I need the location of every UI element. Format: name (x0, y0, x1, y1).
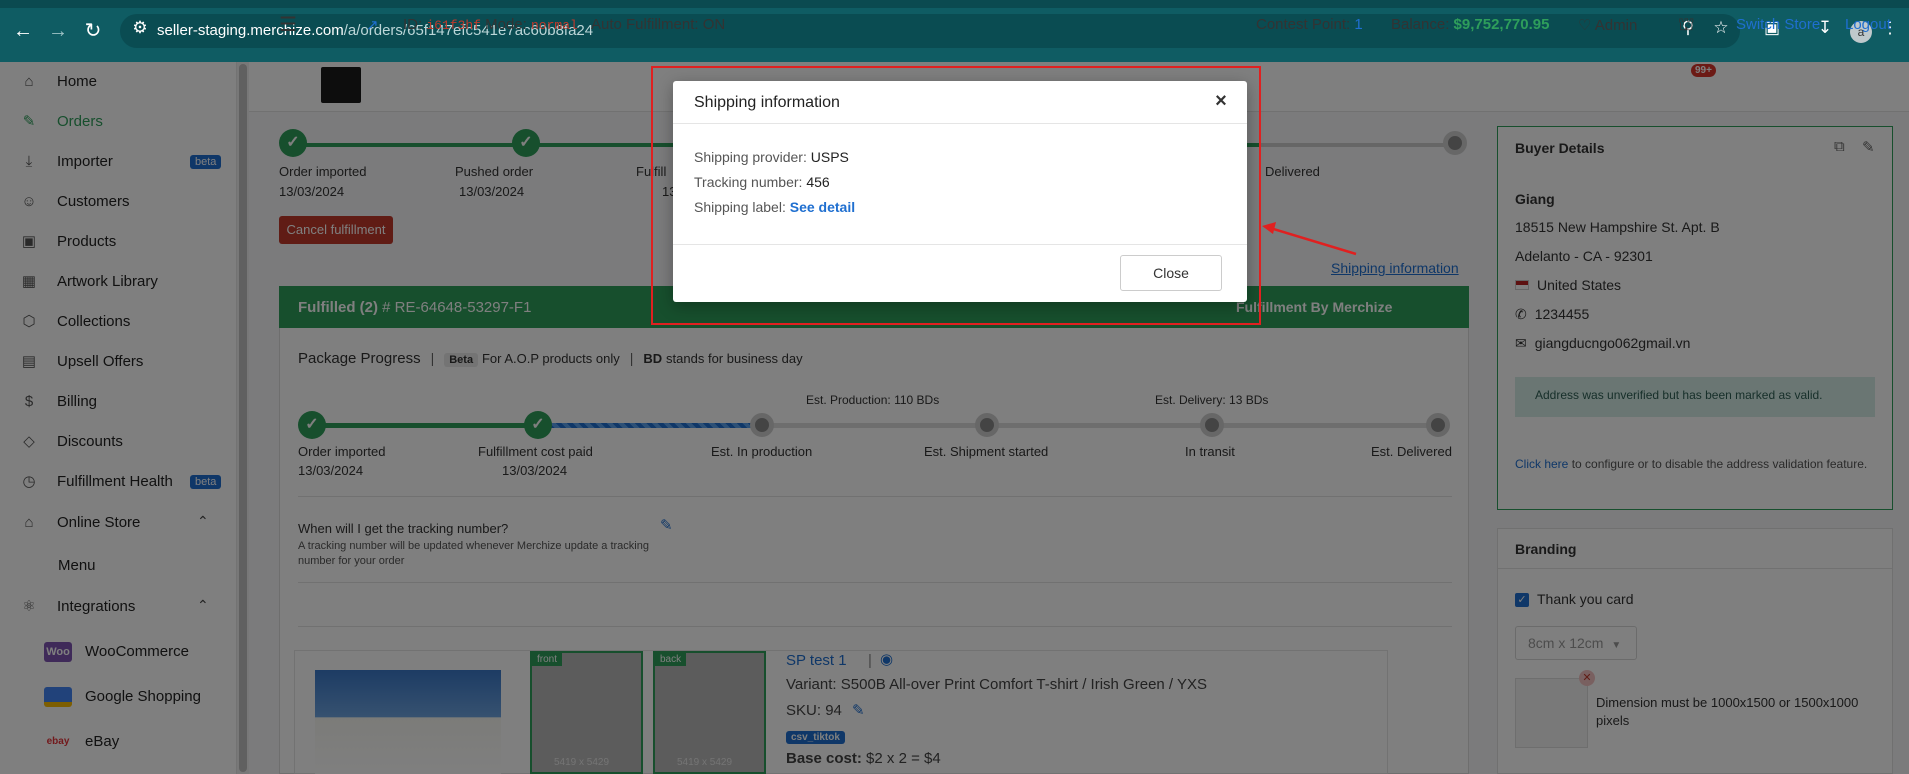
mode-value: normal (531, 18, 578, 33)
admin-link[interactable]: ♡ Admin (1578, 16, 1637, 34)
hamburger-menu-icon[interactable]: ☰ (279, 12, 297, 37)
logout-link[interactable]: Logout (1845, 16, 1891, 33)
balance-value: $9,752,770.95 (1453, 16, 1550, 33)
balance-label: Balance: (1391, 16, 1450, 33)
auto-fulfill-status: Auto Fulfillment: ON (591, 16, 726, 33)
order-id-value: i61f3hf (426, 18, 481, 33)
heart-icon: ♡ (1578, 17, 1592, 34)
bell-icon[interactable]: ⛫ (1678, 14, 1695, 38)
annotation-highlight-box (651, 66, 1261, 325)
browser-tab-strip (0, 0, 1909, 8)
contest-label: Contest Point: (1256, 16, 1351, 33)
mode-label: Mode: (485, 16, 527, 33)
external-link-icon[interactable]: ↗ (366, 16, 379, 34)
back-icon[interactable]: ← (10, 18, 36, 44)
annotation-arrow (1262, 222, 1357, 256)
forward-icon[interactable]: → (45, 18, 71, 44)
site-info-icon[interactable]: ⚙ (128, 18, 152, 38)
switch-store-link[interactable]: Switch Store (1736, 16, 1820, 33)
reload-icon[interactable]: ↻ (80, 18, 106, 44)
contest-point: Contest Point: 1 (1256, 16, 1363, 33)
balance: Balance: $9,752,770.95 (1391, 16, 1549, 33)
order-id-label: ID: (403, 16, 423, 33)
order-id: ID: i61f3hf Mode: normal (403, 16, 578, 33)
bookmark-star-icon[interactable]: ☆ (1709, 18, 1733, 38)
url-host: seller-staging.merchize.com (157, 22, 344, 39)
contest-value: 1 (1354, 16, 1363, 33)
admin-label: Admin (1594, 17, 1638, 34)
